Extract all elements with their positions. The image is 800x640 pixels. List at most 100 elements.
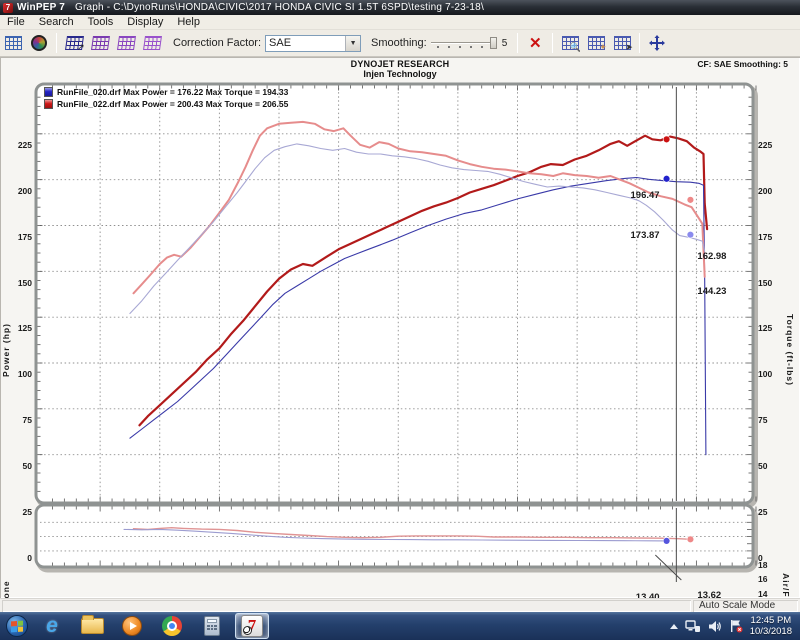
chart-subtitle: Injen Technology xyxy=(0,69,800,79)
data-grid-button[interactable] xyxy=(1,32,25,54)
torque-axis-title: Torque (ft-lbs) xyxy=(785,312,795,388)
torque-axis-tick: 50 xyxy=(758,461,767,471)
taskbar-winpep-button[interactable]: 7 xyxy=(235,613,269,639)
internet-explorer-icon: e xyxy=(46,615,58,637)
toolbar-separator xyxy=(56,33,57,53)
red-x-icon: ✕ xyxy=(529,36,542,51)
airfuel-axis-tick: 18 xyxy=(758,560,767,570)
network-icon[interactable] xyxy=(685,620,701,633)
taskbar: e 7 12:45 PM 10/3/2018 xyxy=(0,612,800,640)
taskbar-chrome-button[interactable] xyxy=(155,613,189,639)
chart-workspace: DYNOJET RESEARCH Injen Technology CF: SA… xyxy=(0,57,800,598)
select-button[interactable]: ➤ xyxy=(610,32,634,54)
menu-search[interactable]: Search xyxy=(32,16,81,28)
cursor-value-162.98: 162.98 xyxy=(697,251,726,262)
torque-axis-tick: 150 xyxy=(758,278,772,288)
torque-axis-tick: 75 xyxy=(758,415,767,425)
start-button[interactable] xyxy=(6,615,28,637)
multi-graph-icon xyxy=(143,36,162,50)
line-graph-button[interactable] xyxy=(88,32,112,54)
pan-button[interactable]: ✦ xyxy=(584,32,608,54)
taskbar-explorer-button[interactable] xyxy=(75,613,109,639)
menu-file[interactable]: File xyxy=(0,16,32,28)
line-graph-icon xyxy=(91,36,110,50)
chart-title: DYNOJET RESEARCH xyxy=(0,59,800,69)
action-center-flag-icon[interactable] xyxy=(729,619,743,633)
tray-expand-icon[interactable] xyxy=(670,624,678,629)
cross-arrows-icon xyxy=(648,34,666,52)
torque-axis-tick: 125 xyxy=(758,323,772,333)
clock-date: 10/3/2018 xyxy=(750,626,792,637)
overlay-graph-icon xyxy=(117,36,136,50)
correction-factor-select[interactable]: SAE ▼ xyxy=(265,35,361,52)
cursor-move-button[interactable] xyxy=(645,32,669,54)
correction-factor-label: Correction Factor: xyxy=(173,37,261,49)
power-axis-tick: 225 xyxy=(0,140,32,150)
system-tray: 12:45 PM 10/3/2018 xyxy=(670,615,800,637)
power-axis-tick: 0 xyxy=(0,553,32,563)
menu-display[interactable]: Display xyxy=(120,16,170,28)
legend-row: RunFile_020.drf Max Power = 176.22 Max T… xyxy=(44,86,288,98)
bar-graph-icon: ↗ xyxy=(65,36,84,50)
torque-axis-tick: 100 xyxy=(758,369,772,379)
torque-axis-tick: 225 xyxy=(758,140,772,150)
legend-text: RunFile_022.drf Max Power = 200.43 Max T… xyxy=(57,99,288,109)
dyno-chart-canvas xyxy=(0,57,800,598)
smoothing-slider-thumb[interactable] xyxy=(490,37,497,49)
color-settings-button[interactable] xyxy=(27,32,51,54)
overlay-graph-button[interactable] xyxy=(114,32,138,54)
chart-settings-readout: CF: SAE Smoothing: 5 xyxy=(697,59,788,69)
taskbar-clock[interactable]: 12:45 PM 10/3/2018 xyxy=(750,615,792,637)
statusbar-main-cell xyxy=(2,600,691,612)
windows-logo-icon xyxy=(11,620,23,632)
titlebar: 7 WinPEP 7 Graph - C:\DynoRuns\HONDA\CIVI… xyxy=(0,0,800,15)
delete-run-button[interactable]: ✕ xyxy=(523,32,547,54)
legend-row: RunFile_022.drf Max Power = 200.43 Max T… xyxy=(44,98,288,110)
menu-tools[interactable]: Tools xyxy=(81,16,121,28)
bar-graph-button[interactable]: ↗ xyxy=(62,32,86,54)
power-axis-title: Power (hp) xyxy=(1,320,11,380)
cursor-value-173.87: 173.87 xyxy=(631,230,660,241)
folder-icon xyxy=(81,618,104,634)
power-axis-tick: 200 xyxy=(0,186,32,196)
power-axis-tick: 150 xyxy=(0,278,32,288)
zoom-grid-icon: 🔍 xyxy=(562,36,579,50)
torque-axis-tick: 175 xyxy=(758,232,772,242)
cursor-value-196.47: 196.47 xyxy=(631,190,660,201)
smoothing-slider[interactable] xyxy=(431,35,497,51)
power-axis-tick: 75 xyxy=(0,415,32,425)
pan-hand-icon: ✦ xyxy=(588,36,605,50)
multi-graph-button[interactable] xyxy=(140,32,164,54)
pointer-grid-icon: ➤ xyxy=(614,36,631,50)
scale-mode-indicator: Auto Scale Mode xyxy=(693,600,798,612)
toolbar-separator xyxy=(517,33,518,53)
window-title: WinPEP 7 Graph - C:\DynoRuns\HONDA\CIVIC\… xyxy=(17,2,484,13)
clock-time: 12:45 PM xyxy=(750,615,792,626)
legend-text: RunFile_020.drf Max Power = 176.22 Max T… xyxy=(57,87,288,97)
airfuel-axis-tick: 16 xyxy=(758,574,767,584)
menu-help[interactable]: Help xyxy=(170,16,207,28)
legend-color-chip xyxy=(44,87,53,97)
app-name: WinPEP 7 xyxy=(17,2,65,13)
taskbar-ie-button[interactable]: e xyxy=(35,613,69,639)
winpep-icon: 7 xyxy=(241,615,263,637)
zoom-select-button[interactable]: 🔍 xyxy=(558,32,582,54)
chrome-icon xyxy=(162,616,182,636)
legend-color-chip xyxy=(44,99,53,109)
statusbar: Auto Scale Mode xyxy=(0,598,800,612)
taskbar-media-player-button[interactable] xyxy=(115,613,149,639)
toolbar-separator xyxy=(639,33,640,53)
smoothing-value: 5 xyxy=(502,38,508,49)
taskbar-calculator-button[interactable] xyxy=(195,613,229,639)
cursor-value-144.23: 144.23 xyxy=(697,286,726,297)
power-axis-tick: 50 xyxy=(0,461,32,471)
winpep-window: 7 WinPEP 7 Graph - C:\DynoRuns\HONDA\CIVI… xyxy=(0,0,800,640)
correction-factor-value: SAE xyxy=(266,37,345,49)
table-grid-icon xyxy=(5,36,22,50)
dropdown-arrow-icon[interactable]: ▼ xyxy=(345,36,360,51)
document-path: Graph - C:\DynoRuns\HONDA\CIVIC\2017 HON… xyxy=(75,2,484,13)
winpep-app-icon: 7 xyxy=(3,3,13,13)
volume-icon[interactable] xyxy=(708,620,722,633)
smoothing-label: Smoothing: xyxy=(371,37,427,49)
run-legend: RunFile_020.drf Max Power = 176.22 Max T… xyxy=(44,86,288,110)
